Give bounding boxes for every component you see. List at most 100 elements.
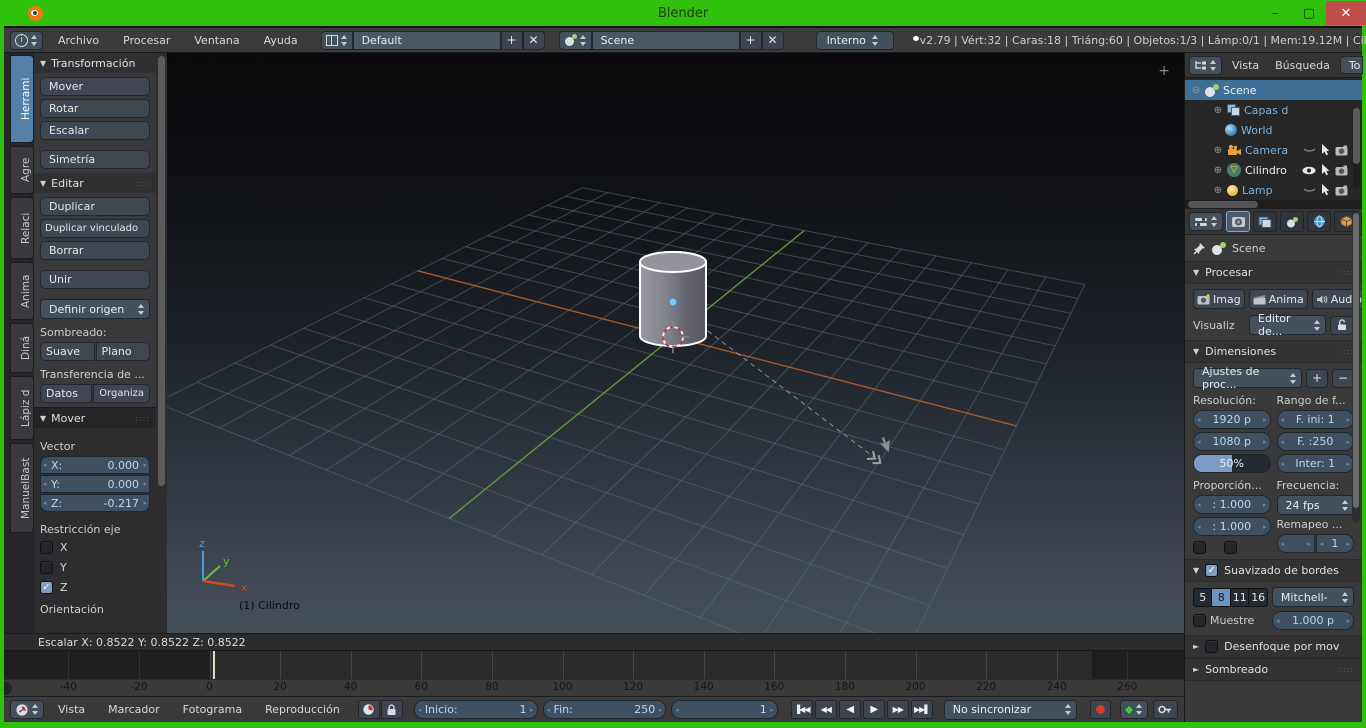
menu-procesar[interactable]: Procesar bbox=[114, 34, 179, 47]
tab-render[interactable] bbox=[1226, 211, 1250, 232]
remap-old-field[interactable] bbox=[1276, 534, 1315, 553]
aa-samples-5[interactable]: 5 bbox=[1193, 587, 1213, 607]
menu-ventana[interactable]: Ventana bbox=[185, 34, 248, 47]
rotar-button[interactable]: Rotar bbox=[40, 99, 150, 118]
tab-lapiz[interactable]: Lápiz d bbox=[10, 376, 34, 440]
aa-samples-11[interactable]: 11 bbox=[1230, 587, 1250, 607]
remove-preset-button[interactable]: − bbox=[1332, 368, 1354, 388]
outliner-item-cilindro[interactable]: ⊕ ▽ Cilindro bbox=[1185, 160, 1362, 180]
cursor-select-icon[interactable] bbox=[1321, 164, 1330, 176]
expander-icon[interactable]: ⊖ bbox=[1191, 85, 1201, 96]
plano-button[interactable]: Plano bbox=[95, 342, 150, 361]
timeline-menu-reproduccion[interactable]: Reproducción bbox=[256, 703, 349, 716]
preview-range-toggle[interactable] bbox=[357, 700, 380, 719]
outliner-hscrollbar[interactable] bbox=[1185, 200, 1362, 209]
add-preset-button[interactable]: + bbox=[1306, 368, 1328, 388]
toolshelf-scrollbar[interactable] bbox=[156, 53, 167, 633]
render-engine-selector[interactable]: Interno bbox=[815, 30, 894, 50]
panel-suavizado-header[interactable]: ▼ ✓ Suavizado de bordes bbox=[1185, 559, 1362, 582]
properties-region-toggle[interactable]: + bbox=[1158, 63, 1170, 79]
editor-type-timeline-button[interactable] bbox=[10, 700, 44, 719]
full-sample-checkbox[interactable] bbox=[1193, 614, 1206, 627]
definir-origen-dropdown[interactable]: Definir origen bbox=[40, 299, 150, 319]
play-reverse-button[interactable]: ◀ bbox=[838, 700, 861, 719]
menu-ayuda[interactable]: Ayuda bbox=[255, 34, 307, 47]
editor-type-properties-button[interactable] bbox=[1189, 212, 1223, 231]
escalar-button[interactable]: Escalar bbox=[40, 121, 150, 140]
expander-icon[interactable]: ⊕ bbox=[1213, 185, 1223, 196]
lock-interface-button[interactable] bbox=[1330, 315, 1354, 335]
aspect-x-field[interactable]: : 1.000 bbox=[1193, 495, 1271, 514]
editor-type-info-button[interactable]: i bbox=[10, 30, 43, 50]
timeline-menu-fotograma[interactable]: Fotograma bbox=[174, 703, 251, 716]
breadcrumb-scene-label[interactable]: Scene bbox=[1232, 242, 1266, 255]
render-visibility-icon[interactable] bbox=[1335, 185, 1348, 196]
motion-blur-checkbox[interactable] bbox=[1205, 640, 1219, 653]
screen-layout-name[interactable]: Default bbox=[352, 30, 501, 50]
vector-z-field[interactable]: Z:-0.217 bbox=[40, 494, 150, 512]
cursor-select-icon[interactable] bbox=[1321, 144, 1330, 156]
filter-size-field[interactable]: 1.000 p bbox=[1272, 611, 1354, 630]
tab-dinamica[interactable]: Diná bbox=[10, 323, 34, 373]
play-button[interactable]: ▶ bbox=[862, 700, 885, 719]
panel-transformacion-header[interactable]: ▼ Transformación bbox=[34, 53, 156, 73]
frame-step-field[interactable]: Inter: 1 bbox=[1276, 454, 1354, 473]
axis-x-checkbox[interactable] bbox=[40, 541, 53, 554]
eye-closed-icon[interactable] bbox=[1303, 186, 1316, 194]
tab-world[interactable] bbox=[1307, 211, 1331, 232]
frame-start-field[interactable]: Inicio:1 bbox=[413, 700, 538, 719]
duplicar-vinculado-button[interactable]: Duplicar vinculado bbox=[40, 219, 150, 238]
render-visibility-icon[interactable] bbox=[1335, 145, 1348, 156]
outliner-item-camera[interactable]: ⊕ Camera bbox=[1185, 140, 1362, 160]
frame-end-prop-field[interactable]: F. :250 bbox=[1276, 432, 1354, 451]
jump-prev-keyframe-button[interactable]: ◀◀ bbox=[814, 700, 837, 719]
insert-keyframe-button[interactable] bbox=[1152, 700, 1178, 719]
tab-render-layers[interactable] bbox=[1253, 211, 1277, 232]
frame-start-prop-field[interactable]: F. ini: 1 bbox=[1276, 410, 1354, 429]
axis-y-checkbox[interactable] bbox=[40, 561, 53, 574]
aspect-y-field[interactable]: : 1.000 bbox=[1193, 517, 1271, 536]
duplicar-button[interactable]: Duplicar bbox=[40, 197, 150, 216]
add-layout-button[interactable]: + bbox=[500, 30, 523, 50]
tab-animacion[interactable]: Anima bbox=[10, 262, 34, 320]
pin-icon[interactable] bbox=[1193, 242, 1206, 255]
axis-z-checkbox[interactable]: ✓ bbox=[40, 581, 53, 594]
delete-scene-button[interactable]: ✕ bbox=[761, 30, 784, 50]
tab-agregar[interactable]: Agre bbox=[10, 146, 34, 194]
vector-y-field[interactable]: Y:0.000 bbox=[40, 475, 150, 493]
crop-checkbox[interactable] bbox=[1224, 541, 1237, 554]
outliner-item-scene[interactable]: ⊖ Scene bbox=[1185, 80, 1362, 100]
render-visibility-icon[interactable] bbox=[1335, 165, 1348, 176]
aa-samples-8[interactable]: 8 bbox=[1212, 587, 1231, 607]
resolution-y-field[interactable]: 1080 p bbox=[1193, 432, 1271, 451]
eye-closed-icon[interactable] bbox=[1303, 146, 1316, 154]
border-checkbox[interactable] bbox=[1193, 541, 1206, 554]
datos-button[interactable]: Datos bbox=[40, 384, 93, 403]
menu-archivo[interactable]: Archivo bbox=[49, 34, 108, 47]
organiza-button[interactable]: Organiza bbox=[93, 384, 150, 403]
frame-end-field[interactable]: Fin:250 bbox=[542, 700, 667, 719]
cylinder-object[interactable] bbox=[639, 251, 707, 347]
panel-sombreado-header[interactable]: ► Sombreado:::: bbox=[1185, 658, 1362, 681]
fps-dropdown[interactable]: 24 fps bbox=[1276, 495, 1354, 515]
timeline-numbers[interactable]: -40 -20 0 20 40 60 80 100 120 140 160 180 200 220 240 2… bbox=[4, 679, 1184, 696]
suave-button[interactable]: Suave bbox=[40, 342, 95, 361]
screen-layout-selector[interactable] bbox=[320, 30, 353, 50]
cursor-select-icon[interactable] bbox=[1321, 184, 1330, 196]
borrar-button[interactable]: Borrar bbox=[40, 241, 150, 260]
aa-filter-dropdown[interactable]: Mitchell- bbox=[1271, 587, 1354, 607]
outliner-display-mode-dropdown[interactable]: To bbox=[1339, 56, 1364, 74]
remap-new-field[interactable]: 1 bbox=[1315, 534, 1354, 553]
render-image-button[interactable]: Imag bbox=[1193, 289, 1245, 309]
vector-x-field[interactable]: X:0.000 bbox=[40, 456, 150, 474]
timeline-menu-vista[interactable]: Vista bbox=[49, 703, 94, 716]
panel-desenfoque-header[interactable]: ► Desenfoque por mov bbox=[1185, 635, 1362, 658]
outliner-item-world[interactable]: World bbox=[1185, 120, 1362, 140]
display-mode-dropdown[interactable]: Editor de... bbox=[1249, 312, 1326, 338]
render-preset-dropdown[interactable]: Ajustes de proc... bbox=[1193, 365, 1302, 391]
timeline-strip[interactable] bbox=[4, 650, 1184, 679]
outliner-menu-vista[interactable]: Vista bbox=[1226, 59, 1265, 72]
aa-samples-16[interactable]: 16 bbox=[1249, 587, 1268, 607]
viewport-3d[interactable]: z y x Usuario (persp) (1) Cilindro + bbox=[167, 53, 1184, 633]
outliner-item-capas[interactable]: ⊕ Capas d bbox=[1185, 100, 1362, 120]
